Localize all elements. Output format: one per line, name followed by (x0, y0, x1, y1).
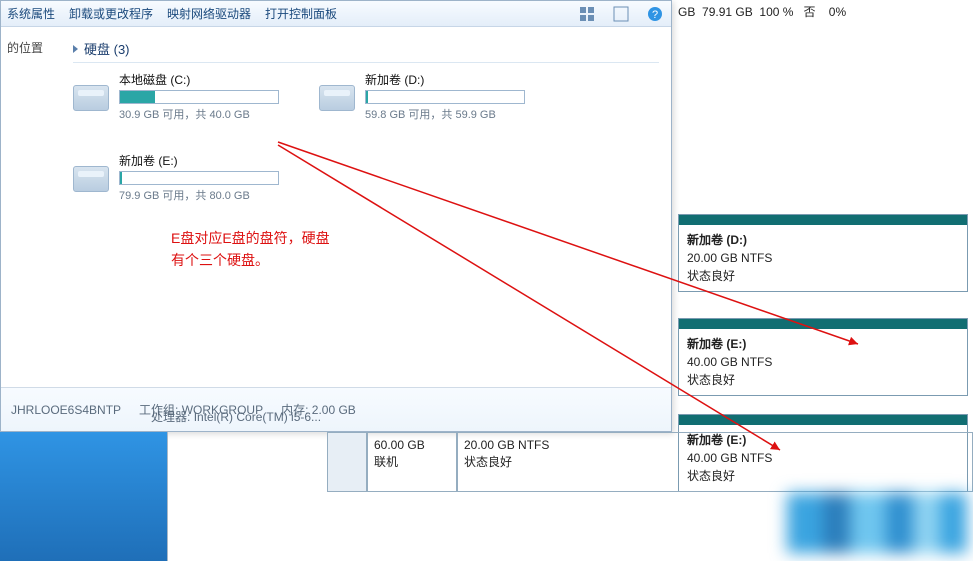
drive-stats: 30.9 GB 可用，共 40.0 GB (119, 106, 279, 122)
disk-handle[interactable] (327, 432, 367, 492)
content-pane: 硬盘 (3) 本地磁盘 (C:) 30.9 GB 可用，共 40.0 GB 新加… (61, 27, 671, 387)
drive-c[interactable]: 本地磁盘 (C:) 30.9 GB 可用，共 40.0 GB (73, 71, 279, 122)
drives-list: 本地磁盘 (C:) 30.9 GB 可用，共 40.0 GB 新加卷 (D:) … (73, 71, 659, 203)
blurred-region (787, 493, 967, 553)
hdd-icon (73, 85, 109, 111)
nav-location[interactable]: 的位置 (1, 35, 61, 60)
capacity-bar (119, 90, 279, 104)
desktop-background (0, 432, 168, 561)
details-pane: JHRLOOE6S4BNTP 工作组: WORKGROUP 内存: 2.00 G… (1, 387, 671, 431)
sysprops-link[interactable]: 系统属性 (7, 5, 55, 22)
drive-name: 本地磁盘 (C:) (119, 71, 279, 88)
partition-title: 新加卷 (E:) (687, 337, 746, 351)
svg-text:?: ? (652, 9, 658, 21)
uninstall-link[interactable]: 卸载或更改程序 (69, 5, 153, 22)
toolbar: 系统属性 卸载或更改程序 映射网络驱动器 打开控制面板 ? (1, 1, 671, 27)
partition-title: 新加卷 (D:) (687, 233, 747, 247)
partition-state: 状态良好 (687, 269, 735, 283)
disk-info: 60.00 GB联机 (367, 432, 457, 492)
drive-name: 新加卷 (D:) (365, 71, 525, 88)
partition-state: 状态良好 (687, 373, 735, 387)
drive-stats: 59.8 GB 可用，共 59.9 GB (365, 106, 525, 122)
drives-section-header[interactable]: 硬盘 (3) (73, 35, 659, 63)
cpu-info: 处理器: Intel(R) Core(TM) i5-6... (151, 408, 321, 425)
hdd-icon (319, 85, 355, 111)
nav-pane: 的位置 (1, 27, 61, 367)
drive-stats: 79.9 GB 可用，共 80.0 GB (119, 187, 279, 203)
partition-size: 40.00 GB NTFS (687, 355, 772, 369)
hostname: JHRLOOE6S4BNTP (11, 403, 121, 417)
annotation-line: E盘对应E盘的盘符，硬盘 (171, 227, 330, 249)
drives-section-title: 硬盘 (3) (84, 39, 130, 58)
partition-size: 20.00 GB NTFS (687, 251, 772, 265)
drive-d[interactable]: 新加卷 (D:) 59.8 GB 可用，共 59.9 GB (319, 71, 525, 122)
annotation-text: E盘对应E盘的盘符，硬盘 有个三个硬盘。 (171, 227, 330, 272)
capacity-bar (119, 171, 279, 185)
explorer-window: 系统属性 卸载或更改程序 映射网络驱动器 打开控制面板 ? 的位置 硬盘 (3)… (0, 0, 672, 432)
disk-layout-row: 60.00 GB联机 20.00 GB NTFS状态良好 (327, 432, 973, 492)
help-icon[interactable]: ? (645, 4, 665, 24)
preview-icon[interactable] (611, 4, 631, 24)
collapse-icon (73, 45, 78, 53)
annotation-line: 有个三个硬盘。 (171, 249, 330, 271)
view-icon[interactable] (577, 4, 597, 24)
partition-d[interactable]: 新加卷 (D:) 20.00 GB NTFS 状态良好 (678, 214, 968, 292)
mapdrive-link[interactable]: 映射网络驱动器 (167, 5, 251, 22)
controlpanel-link[interactable]: 打开控制面板 (265, 5, 337, 22)
drive-e[interactable]: 新加卷 (E:) 79.9 GB 可用，共 80.0 GB (73, 152, 279, 203)
capacity-bar (365, 90, 525, 104)
disk-summary-row: GB 79.91 GB 100 % 否 0% (678, 3, 846, 20)
partition-e1[interactable]: 新加卷 (E:) 40.00 GB NTFS 状态良好 (678, 318, 968, 396)
drive-name: 新加卷 (E:) (119, 152, 279, 169)
hdd-icon (73, 166, 109, 192)
partition-col[interactable]: 20.00 GB NTFS状态良好 (457, 432, 973, 492)
